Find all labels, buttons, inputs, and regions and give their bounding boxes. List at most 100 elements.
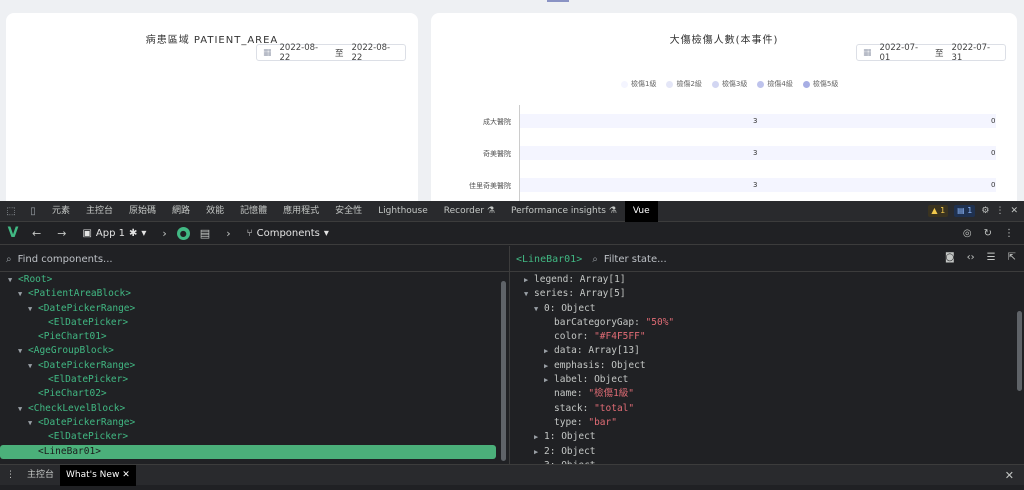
state-expand-icon[interactable]: ▶ <box>544 373 554 387</box>
devtools-tab[interactable]: Vue <box>624 200 658 222</box>
state-row[interactable]: ▶ 2: Object <box>510 445 1024 459</box>
state-value[interactable]: "bar" <box>588 417 617 428</box>
state-value[interactable]: "total" <box>594 403 634 414</box>
state-value[interactable]: Array[13] <box>588 345 639 356</box>
tree-node[interactable]: ▼ <DatePickerRange> <box>0 359 509 373</box>
state-row[interactable]: ▶ 1: Object <box>510 430 1024 444</box>
bar[interactable] <box>520 146 996 160</box>
inspect-icon[interactable]: ⬚ <box>0 206 22 217</box>
target-icon[interactable]: ◎ <box>963 228 972 239</box>
state-value[interactable]: Object <box>561 431 595 442</box>
more-vertical-icon[interactable]: ⋮ <box>995 206 1004 216</box>
tree-node[interactable]: ▼ <PatientAreaBlock> <box>0 287 509 301</box>
state-row[interactable]: ▶ legend: Array[1] <box>510 273 1024 287</box>
state-value[interactable]: Object <box>594 374 628 385</box>
tree-scrollbar[interactable] <box>501 281 506 461</box>
state-expand-icon[interactable]: ▼ <box>534 302 544 316</box>
tree-node[interactable]: ▼ <DatePickerRange> <box>0 416 509 430</box>
app-selector[interactable]: ▣ App 1 ✱ ▾ <box>76 228 152 239</box>
state-value[interactable]: Object <box>561 446 595 457</box>
devtools-tab[interactable]: Performance insights ⚗ <box>503 201 625 222</box>
tree-node[interactable]: <ElDatePicker> <box>0 316 509 330</box>
legend-item[interactable]: 檢傷5級 <box>802 79 838 89</box>
tree-expand-icon[interactable]: ▼ <box>28 416 38 430</box>
screenshot-icon[interactable]: ◙ <box>945 252 955 263</box>
find-components-input[interactable] <box>17 253 318 265</box>
tree-node[interactable]: <ElDatePicker> <box>0 430 509 444</box>
tree-expand-icon[interactable]: ▼ <box>18 402 28 416</box>
state-value[interactable]: "50%" <box>646 317 675 328</box>
patient-area-date-range[interactable]: ▦ 2022-08-22 至 2022-08-22 <box>256 43 406 63</box>
scroll-to-component-icon[interactable]: ☰ <box>987 252 996 263</box>
tree-node[interactable]: <LineBar01> <box>0 444 496 459</box>
tree-expand-icon[interactable]: ▼ <box>8 273 18 287</box>
date-end[interactable]: 2022-08-22 <box>352 43 399 63</box>
state-row[interactable]: name: "檢傷1級" <box>510 387 1024 401</box>
close-drawer-icon[interactable]: ✕ <box>1005 469 1014 482</box>
tree-node[interactable]: ▼ <CheckLevelBlock> <box>0 402 509 416</box>
components-selector[interactable]: ⑂ Components ▾ <box>241 228 335 239</box>
state-value[interactable]: "#F4F5FF" <box>594 331 645 342</box>
tree-node[interactable]: <PieChart01> <box>0 330 509 344</box>
filter-state-input[interactable] <box>603 253 804 265</box>
drawer-tab-console[interactable]: 主控台 <box>21 465 60 486</box>
state-row[interactable]: ▶ label: Object <box>510 373 1024 387</box>
bar[interactable] <box>520 114 996 128</box>
devtools-tab[interactable]: 主控台 <box>78 201 121 222</box>
legend-item[interactable]: 檢傷1級 <box>621 79 656 89</box>
devtools-tab[interactable]: 安全性 <box>327 201 370 222</box>
devtools-tab[interactable]: 網路 <box>164 201 198 222</box>
state-value[interactable]: Object <box>611 360 645 371</box>
bar[interactable] <box>520 178 996 192</box>
tree-expand-icon[interactable]: ▼ <box>18 344 28 358</box>
open-in-editor-icon[interactable]: ⇱ <box>1008 252 1016 263</box>
state-value[interactable]: Array[1] <box>580 274 626 285</box>
tree-node[interactable]: ▼ <DatePickerRange> <box>0 302 509 316</box>
state-row[interactable]: type: "bar" <box>510 416 1024 430</box>
devtools-tab[interactable]: 原始碼 <box>121 201 164 222</box>
device-toggle-icon[interactable]: ▯ <box>22 206 44 217</box>
refresh-icon[interactable]: ↻ <box>984 228 992 239</box>
check-level-date-range[interactable]: ▦ 2022-07-01 至 2022-07-31 <box>856 43 1006 63</box>
devtools-tab[interactable]: Lighthouse <box>370 201 436 222</box>
tree-node[interactable]: ▼ <AgeGroupBlock> <box>0 344 509 358</box>
state-value[interactable]: Array[5] <box>580 288 626 299</box>
date-end[interactable]: 2022-07-31 <box>952 43 999 63</box>
state-expand-icon[interactable]: ▶ <box>524 273 534 287</box>
state-expand-icon[interactable]: ▶ <box>534 445 544 459</box>
state-value[interactable]: Object <box>561 303 595 314</box>
tree-node[interactable]: ▼ <Root> <box>0 273 509 287</box>
state-row[interactable]: ▶ data: Array[13] <box>510 344 1024 358</box>
settings-gear-icon[interactable]: ⚙ <box>981 206 989 216</box>
tree-expand-icon[interactable]: ▼ <box>28 302 38 316</box>
tree-expand-icon[interactable]: ▼ <box>28 359 38 373</box>
date-start[interactable]: 2022-07-01 <box>880 43 927 63</box>
back-arrow-icon[interactable]: ← <box>26 227 47 240</box>
state-row[interactable]: ▶ emphasis: Object <box>510 359 1024 373</box>
devtools-tab[interactable]: 效能 <box>198 201 232 222</box>
state-row[interactable]: barCategoryGap: "50%" <box>510 316 1024 330</box>
close-icon[interactable]: ✕ <box>122 470 130 480</box>
state-scrollbar[interactable] <box>1017 311 1022 391</box>
state-row[interactable]: stack: "total" <box>510 402 1024 416</box>
code-icon[interactable]: ‹› <box>967 252 975 263</box>
warning-badge[interactable]: ▲ 1 <box>928 205 949 217</box>
state-row[interactable]: ▼ 0: Object <box>510 302 1024 316</box>
tree-node[interactable]: <ElDatePicker> <box>0 373 509 387</box>
state-expand-icon[interactable]: ▶ <box>544 344 554 358</box>
drawer-tab-whats-new[interactable]: What's New ✕ <box>60 464 136 486</box>
state-expand-icon[interactable]: ▶ <box>544 359 554 373</box>
state-value[interactable]: "檢傷1級" <box>588 388 634 399</box>
timeline-icon[interactable]: ▤ <box>194 227 216 240</box>
more-vertical-icon[interactable]: ⋮ <box>1004 228 1014 239</box>
devtools-tab[interactable]: 應用程式 <box>275 201 327 222</box>
legend-item[interactable]: 檢傷2級 <box>666 79 702 89</box>
tree-node[interactable]: <PieChart02> <box>0 387 509 401</box>
state-row[interactable]: ▼ series: Array[5] <box>510 287 1024 301</box>
devtools-tab[interactable]: 元素 <box>44 201 78 222</box>
state-expand-icon[interactable]: ▶ <box>534 430 544 444</box>
state-expand-icon[interactable]: ▼ <box>524 287 534 301</box>
devtools-tab[interactable]: Recorder ⚗ <box>436 201 503 222</box>
issues-badge[interactable]: ▤ 1 <box>954 205 976 217</box>
close-icon[interactable]: ✕ <box>1010 206 1018 216</box>
